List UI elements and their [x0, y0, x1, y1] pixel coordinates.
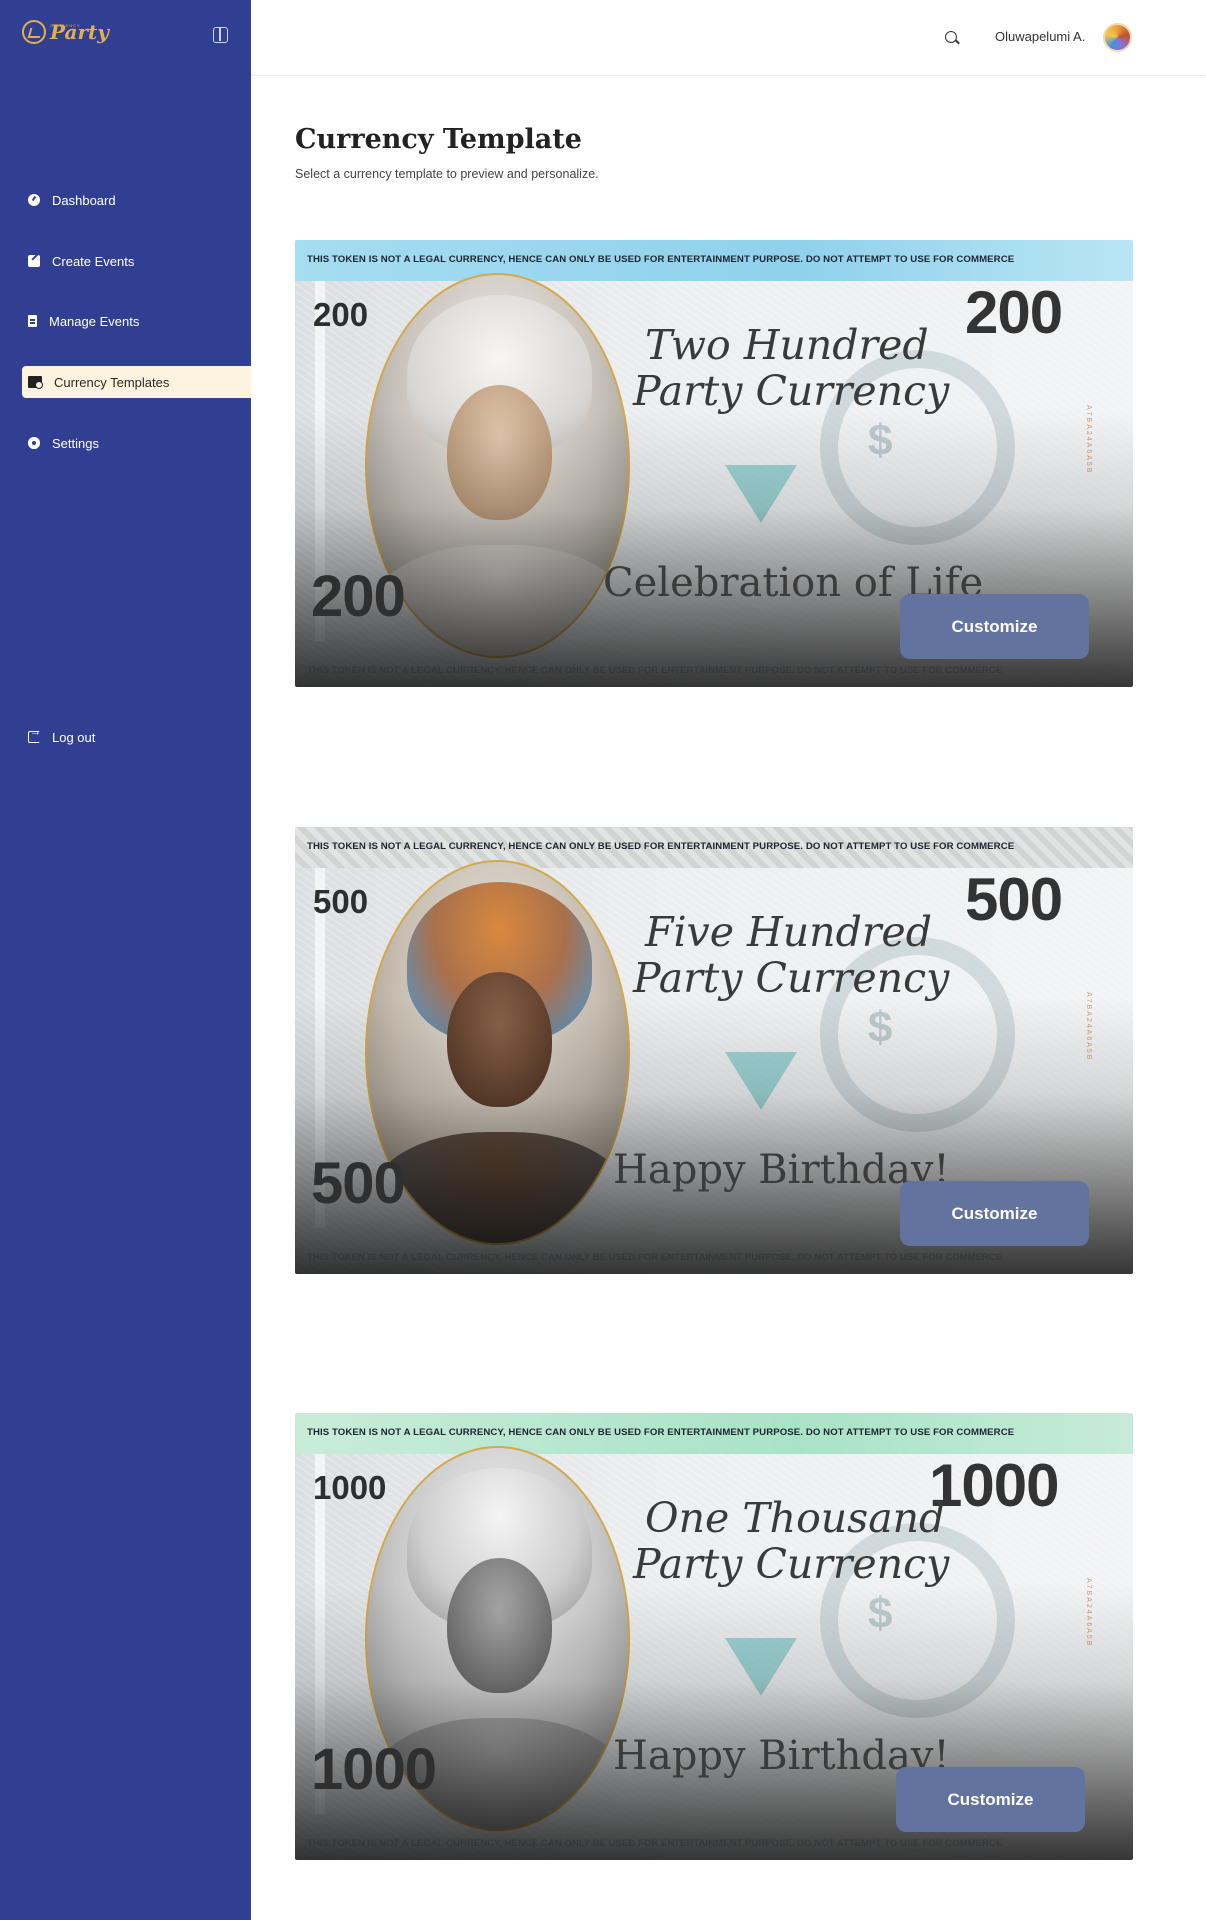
denomination-script: One Thousand Party Currency	[633, 1494, 949, 1587]
sidebar-item-label: Settings	[52, 435, 99, 451]
denomination-large: 200	[965, 279, 1063, 346]
script-line-2: Party Currency	[633, 1540, 950, 1588]
edit-icon	[28, 255, 40, 267]
script-line-2: Party Currency	[633, 954, 950, 1002]
document-icon	[28, 315, 37, 327]
denomination-small: 200	[313, 296, 369, 333]
sidebar-item-label: Create Events	[52, 253, 135, 269]
denomination-script: Two Hundred Party Currency	[633, 321, 949, 414]
legal-warning-bottom: THIS TOKEN IS NOT A LEGAL CURRENCY, HENC…	[307, 1838, 1003, 1849]
denomination-large: 500	[965, 866, 1063, 933]
logout-icon	[28, 726, 41, 743]
sidebar-item-create-events[interactable]: Create Events	[22, 245, 251, 277]
customize-button[interactable]: Customize	[896, 1767, 1085, 1832]
occasion-text: Happy Birthday!	[613, 1147, 950, 1193]
sidebar-item-label: Currency Templates	[54, 374, 170, 390]
brand-tagline: CURRENCY	[50, 23, 81, 28]
logout-button[interactable]: Log out	[22, 721, 251, 753]
app-root: Party CURRENCY Dashboard Create Events M…	[0, 0, 1206, 1920]
avatar[interactable]	[1103, 23, 1132, 52]
legal-warning-bottom: THIS TOKEN IS NOT A LEGAL CURRENCY, HENC…	[307, 1252, 1003, 1263]
currency-template-card[interactable]: THIS TOKEN IS NOT A LEGAL CURRENCY, HENC…	[295, 240, 1133, 687]
sidebar-item-manage-events[interactable]: Manage Events	[22, 305, 251, 337]
denomination-bottom: 1000	[311, 1737, 437, 1802]
page-subtitle: Select a currency template to preview an…	[295, 167, 599, 181]
denomination-small: 1000	[313, 1469, 387, 1506]
currency-template-card[interactable]: THIS TOKEN IS NOT A LEGAL CURRENCY, HENC…	[295, 827, 1133, 1274]
legal-warning-top: THIS TOKEN IS NOT A LEGAL CURRENCY, HENC…	[307, 254, 1015, 265]
sidebar: Party CURRENCY Dashboard Create Events M…	[0, 0, 251, 1920]
sidebar-item-settings[interactable]: Settings	[22, 427, 251, 459]
sidebar-toggle-icon[interactable]	[213, 27, 228, 43]
sidebar-item-currency-templates[interactable]: Currency Templates	[22, 366, 251, 398]
denomination-script: Five Hundred Party Currency	[633, 908, 949, 1001]
sidebar-item-label: Dashboard	[52, 192, 116, 208]
script-line-1: One Thousand	[645, 1494, 946, 1542]
legal-warning-top: THIS TOKEN IS NOT A LEGAL CURRENCY, HENC…	[307, 1427, 1015, 1438]
legal-warning-top: THIS TOKEN IS NOT A LEGAL CURRENCY, HENC…	[307, 841, 1015, 852]
script-line-1: Two Hundred	[645, 321, 929, 369]
gear-icon	[28, 437, 40, 449]
currency-folder-icon	[28, 376, 43, 389]
legal-warning-bottom: THIS TOKEN IS NOT A LEGAL CURRENCY, HENC…	[307, 665, 1003, 676]
top-bar: Oluwapelumi A.	[251, 0, 1206, 76]
script-line-1: Five Hundred	[645, 908, 932, 956]
customize-button[interactable]: Customize	[900, 594, 1089, 659]
sidebar-item-label: Manage Events	[49, 313, 140, 329]
denomination-bottom: 500	[311, 1151, 406, 1216]
dashboard-icon	[28, 194, 40, 206]
sidebar-item-dashboard[interactable]: Dashboard	[22, 184, 251, 216]
logo-icon	[22, 20, 46, 44]
logout-label: Log out	[52, 729, 96, 745]
search-icon[interactable]	[945, 31, 957, 43]
script-line-2: Party Currency	[633, 367, 950, 415]
currency-template-card[interactable]: THIS TOKEN IS NOT A LEGAL CURRENCY, HENC…	[295, 1413, 1133, 1860]
user-name[interactable]: Oluwapelumi A.	[995, 29, 1085, 44]
customize-button[interactable]: Customize	[900, 1181, 1089, 1246]
denomination-small: 500	[313, 883, 369, 920]
page-title: Currency Template	[295, 124, 582, 155]
denomination-bottom: 200	[311, 564, 406, 629]
